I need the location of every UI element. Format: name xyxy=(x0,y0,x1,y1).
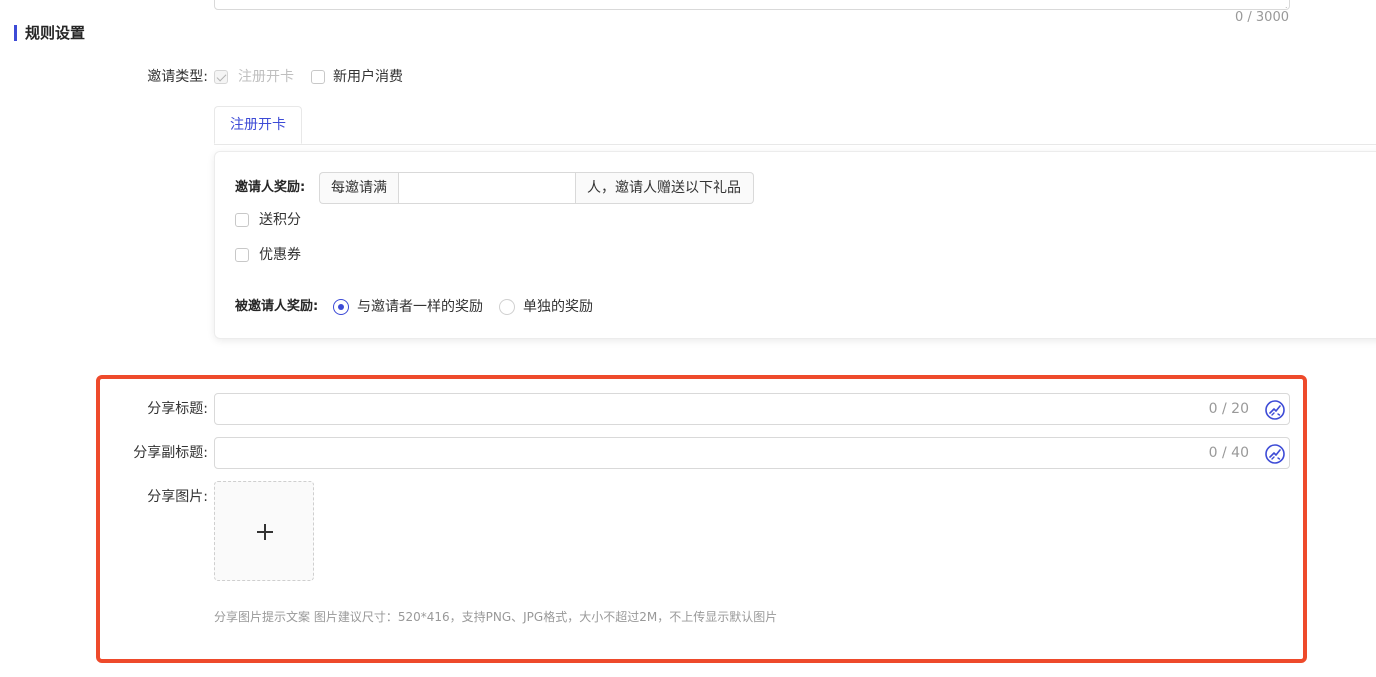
share-title-label: 分享标题: xyxy=(147,401,208,417)
share-title-input[interactable]: 0 / 20 xyxy=(214,393,1290,425)
description-char-counter: 0 / 3000 xyxy=(1235,10,1289,25)
gift-option-coupon[interactable]: 优惠券 xyxy=(235,245,301,265)
invite-count-suffix: 人，邀请人赠送以下礼品 xyxy=(576,172,754,204)
invite-count-input[interactable] xyxy=(398,172,576,204)
invitee-option-same[interactable]: 与邀请者一样的奖励 xyxy=(333,297,483,317)
plus-icon xyxy=(257,524,273,540)
invitee-option-separate[interactable]: 单独的奖励 xyxy=(499,297,593,317)
invitee-same-label: 与邀请者一样的奖励 xyxy=(357,299,483,315)
magic-wand-icon[interactable] xyxy=(1263,398,1287,422)
checkbox-points[interactable] xyxy=(235,213,249,227)
share-image-upload[interactable] xyxy=(214,481,314,581)
radio-separate-reward[interactable] xyxy=(499,299,515,315)
resize-handle-icon[interactable] xyxy=(1278,0,1287,8)
share-subtitle-label: 分享副标题: xyxy=(133,445,208,461)
gift-coupon-label: 优惠券 xyxy=(259,247,301,263)
inviter-reward-label: 邀请人奖励: xyxy=(235,180,306,195)
invite-type-register-label: 注册开卡 xyxy=(238,69,294,85)
share-subtitle-input[interactable]: 0 / 40 xyxy=(214,437,1290,469)
invite-type-label: 邀请类型: xyxy=(147,69,208,85)
share-subtitle-counter: 0 / 40 xyxy=(1208,445,1249,461)
gift-option-points[interactable]: 送积分 xyxy=(235,210,301,230)
share-title-counter: 0 / 20 xyxy=(1208,401,1249,417)
invite-count-prefix: 每邀请满 xyxy=(319,172,398,204)
checkbox-new-user-consume[interactable] xyxy=(311,70,325,84)
invite-count-input-group: 每邀请满 人，邀请人赠送以下礼品 xyxy=(319,172,754,204)
section-title-bar xyxy=(14,25,17,41)
description-textarea[interactable] xyxy=(214,0,1290,10)
section-title: 规则设置 xyxy=(25,24,86,42)
magic-wand-icon[interactable] xyxy=(1263,442,1287,466)
radio-same-reward[interactable] xyxy=(333,299,349,315)
invitee-separate-label: 单独的奖励 xyxy=(523,299,593,315)
share-image-hint: 分享图片提示文案 图片建议尺寸：520*416，支持PNG、JPG格式，大小不超… xyxy=(214,610,778,624)
invite-type-option-register[interactable]: 注册开卡 xyxy=(214,67,294,87)
share-image-label: 分享图片: xyxy=(147,489,208,505)
invite-type-option-new-user[interactable]: 新用户消费 xyxy=(311,67,403,87)
invitee-reward-label: 被邀请人奖励: xyxy=(235,299,319,314)
checkbox-coupon[interactable] xyxy=(235,248,249,262)
gift-points-label: 送积分 xyxy=(259,212,301,228)
tab-register-card[interactable]: 注册开卡 xyxy=(214,106,302,144)
checkbox-register-card[interactable] xyxy=(214,70,228,84)
tab-bar-divider xyxy=(214,144,1376,145)
invite-type-new-user-label: 新用户消费 xyxy=(333,69,403,85)
